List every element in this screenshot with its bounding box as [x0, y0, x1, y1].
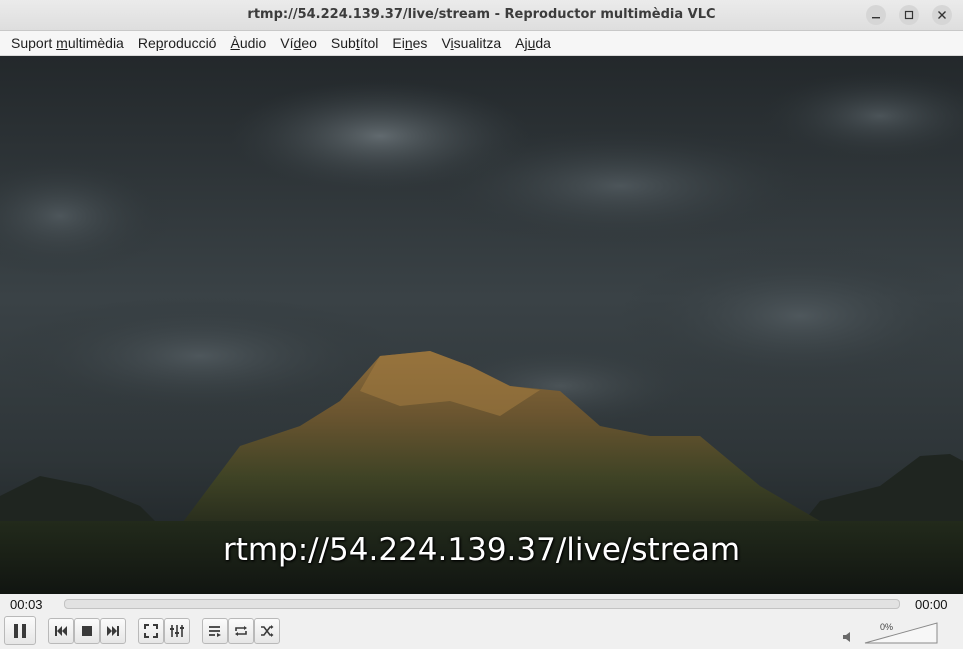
maximize-button[interactable]: [899, 5, 919, 25]
menu-tools[interactable]: Eines: [385, 31, 434, 55]
fullscreen-icon: [144, 624, 158, 638]
close-icon: [938, 11, 946, 19]
vlc-window: rtmp://54.224.139.37/live/stream - Repro…: [0, 0, 963, 649]
extended-settings-icon: [170, 625, 184, 637]
playlist-icon: [209, 626, 221, 637]
fullscreen-button[interactable]: [138, 618, 164, 644]
title-bar[interactable]: rtmp://54.224.139.37/live/stream - Repro…: [0, 0, 963, 31]
menu-video[interactable]: Vídeo: [273, 31, 324, 55]
speaker-icon[interactable]: [842, 631, 854, 643]
minimize-button[interactable]: [866, 5, 886, 25]
pause-icon: [14, 623, 26, 638]
pause-button[interactable]: [4, 616, 36, 645]
seek-row: 00:03 00:00: [0, 594, 963, 616]
previous-icon: [55, 626, 67, 636]
close-button[interactable]: [932, 5, 952, 25]
loop-button[interactable]: [228, 618, 254, 644]
shuffle-button[interactable]: [254, 618, 280, 644]
volume-slider[interactable]: [864, 622, 938, 644]
maximize-icon: [904, 10, 914, 20]
menu-audio[interactable]: Àudio: [223, 31, 273, 55]
seek-slider[interactable]: [64, 599, 900, 609]
previous-button[interactable]: [48, 618, 74, 644]
menu-media[interactable]: Suport multimèdia: [0, 31, 131, 55]
video-frame-landscape: [0, 56, 963, 594]
next-icon: [107, 626, 119, 636]
menu-playback[interactable]: Reproducció: [131, 31, 224, 55]
menu-view[interactable]: Visualitza: [434, 31, 508, 55]
shuffle-icon: [261, 625, 274, 637]
remaining-time[interactable]: 00:00: [915, 597, 948, 613]
minimize-icon: [872, 17, 880, 19]
stop-icon: [82, 626, 92, 636]
menu-bar: Suport multimèdia Reproducció Àudio Víde…: [0, 31, 963, 56]
loop-icon: [235, 626, 247, 636]
stream-url-overlay: rtmp://54.224.139.37/live/stream: [222, 532, 741, 568]
volume-control[interactable]: 0%: [840, 620, 950, 646]
control-bar: 0%: [0, 616, 963, 649]
playlist-button[interactable]: [202, 618, 228, 644]
video-output[interactable]: rtmp://54.224.139.37/live/stream: [0, 56, 963, 594]
extended-settings-button[interactable]: [164, 618, 190, 644]
next-button[interactable]: [100, 618, 126, 644]
window-title: rtmp://54.224.139.37/live/stream - Repro…: [247, 7, 716, 22]
elapsed-time: 00:03: [10, 597, 43, 612]
menu-help[interactable]: Ajuda: [508, 31, 558, 55]
menu-subtitle[interactable]: Subtítol: [324, 31, 386, 55]
stop-button[interactable]: [74, 618, 100, 644]
